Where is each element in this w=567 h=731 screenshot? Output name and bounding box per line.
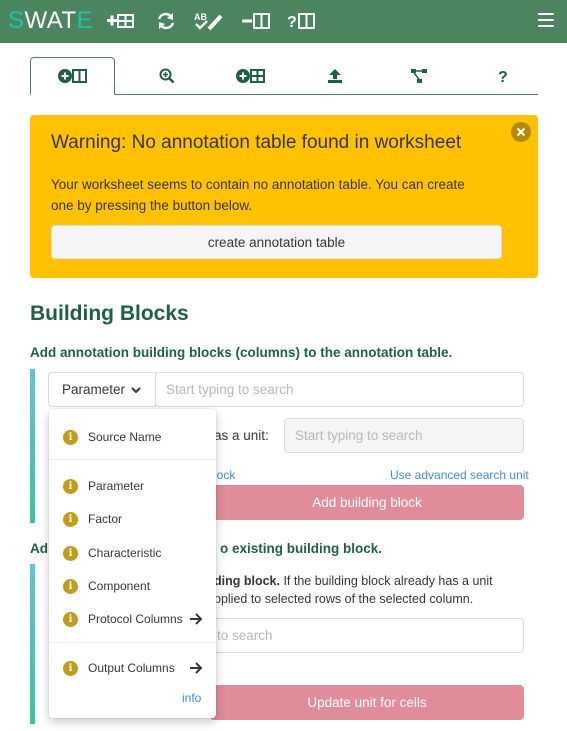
arrow-right-icon — [190, 662, 203, 674]
svg-text:?: ? — [498, 69, 508, 84]
info-icon[interactable]: i — [63, 478, 78, 494]
graph-icon — [410, 68, 427, 83]
warning-title: Warning: No annotation table found in wo… — [51, 132, 462, 153]
no-table-warning: Warning: No annotation table found in wo… — [30, 115, 538, 278]
info-icon[interactable]: i — [63, 611, 78, 627]
add-building-block-button[interactable]: Add building block — [210, 485, 524, 520]
info-icon[interactable]: i — [63, 429, 78, 445]
tab-protocol-graph[interactable] — [376, 57, 461, 94]
dropdown-item-output-columns[interactable]: i Output Columns — [49, 654, 216, 682]
building-block-type-select[interactable]: Parameter — [48, 372, 156, 407]
arrow-right-icon — [190, 613, 203, 625]
unit-label: as a unit: — [214, 428, 269, 443]
add-column-icon — [57, 69, 87, 83]
unit-update-description-line2: pplied to selected rows of the selected … — [214, 592, 474, 606]
info-icon[interactable]: i — [63, 545, 78, 561]
section-accent-bar — [30, 369, 35, 523]
chevron-down-icon — [131, 386, 141, 393]
svg-text:?: ? — [287, 14, 297, 31]
svg-text:AB: AB — [194, 12, 207, 22]
unit-update-description: ding block. If the building block alread… — [214, 574, 493, 588]
tab-add-table[interactable] — [208, 57, 293, 94]
dropdown-item-protocol-columns[interactable]: i Protocol Columns — [49, 605, 216, 633]
section-accent-bar-2 — [30, 564, 35, 724]
dropdown-item-factor[interactable]: i Factor — [49, 505, 216, 533]
update-unit-button[interactable]: Update unit for cells — [210, 685, 524, 720]
add-table-icon — [235, 68, 265, 83]
dropdown-item-source-name[interactable]: i Source Name — [49, 423, 216, 451]
tab-upload[interactable] — [292, 57, 377, 94]
update-unit-search-input[interactable]: to search — [210, 618, 524, 653]
building-blocks-heading: Building Blocks — [30, 302, 189, 325]
dropdown-divider — [49, 642, 216, 643]
help-column-icon[interactable]: ? — [287, 10, 317, 32]
building-block-link[interactable]: lock — [214, 468, 235, 482]
building-block-search-input[interactable]: Start typing to search — [155, 372, 524, 407]
top-navbar: SWATE AB ? — [0, 0, 567, 43]
dropdown-info-link[interactable]: info — [182, 691, 201, 705]
dropdown-divider — [49, 459, 216, 460]
dropdown-item-parameter[interactable]: i Parameter — [49, 472, 216, 500]
add-table-icon[interactable] — [107, 10, 135, 32]
building-block-type-dropdown: i Source Name i Parameter i Factor i Cha… — [49, 409, 216, 718]
refresh-icon[interactable] — [156, 10, 176, 32]
info-icon[interactable]: i — [63, 511, 78, 527]
unit-search-input[interactable]: Start typing to search — [284, 418, 524, 453]
dropdown-item-characteristic[interactable]: i Characteristic — [49, 539, 216, 567]
advanced-search-unit-link[interactable]: Use advanced search unit — [390, 468, 529, 482]
create-annotation-table-button[interactable]: create annotation table — [51, 225, 502, 259]
dropdown-item-component[interactable]: i Component — [49, 572, 216, 600]
spellcheck-edit-icon[interactable]: AB — [194, 10, 226, 32]
tab-help[interactable]: ? — [460, 57, 545, 94]
building-blocks-subheading: Add annotation building blocks (columns)… — [30, 345, 453, 360]
tab-add-building-block[interactable] — [30, 57, 115, 95]
search-plus-icon — [159, 68, 174, 83]
tab-term-search[interactable] — [124, 57, 209, 94]
warning-body: Your worksheet seems to contain no annot… — [51, 177, 465, 213]
hamburger-menu-icon[interactable] — [538, 13, 554, 31]
close-icon[interactable] — [511, 122, 531, 142]
upload-icon — [327, 68, 342, 83]
remove-column-icon[interactable] — [242, 10, 272, 32]
question-icon: ? — [498, 69, 508, 84]
info-icon[interactable]: i — [63, 578, 78, 594]
tool-tabs: ? — [30, 57, 538, 95]
info-icon[interactable]: i — [63, 660, 78, 676]
swate-logo[interactable]: SWATE — [8, 7, 93, 35]
